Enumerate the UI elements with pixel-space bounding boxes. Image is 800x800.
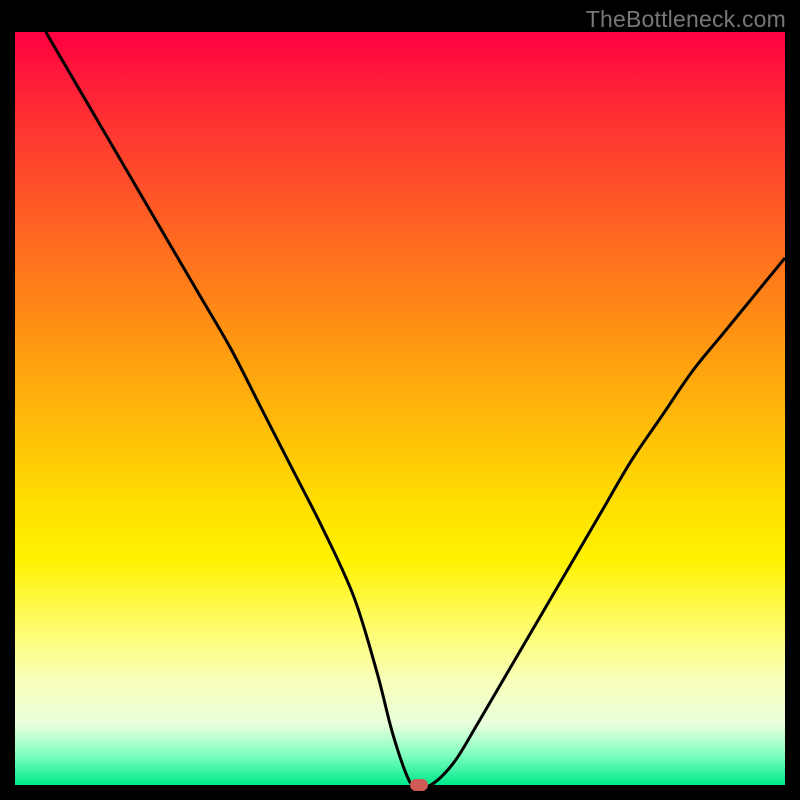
watermark-text: TheBottleneck.com	[586, 6, 786, 33]
curve-path	[46, 32, 785, 787]
chart-frame: TheBottleneck.com	[0, 0, 800, 800]
minimum-point-marker	[410, 779, 428, 791]
bottleneck-curve	[15, 32, 785, 785]
plot-area	[15, 32, 785, 785]
